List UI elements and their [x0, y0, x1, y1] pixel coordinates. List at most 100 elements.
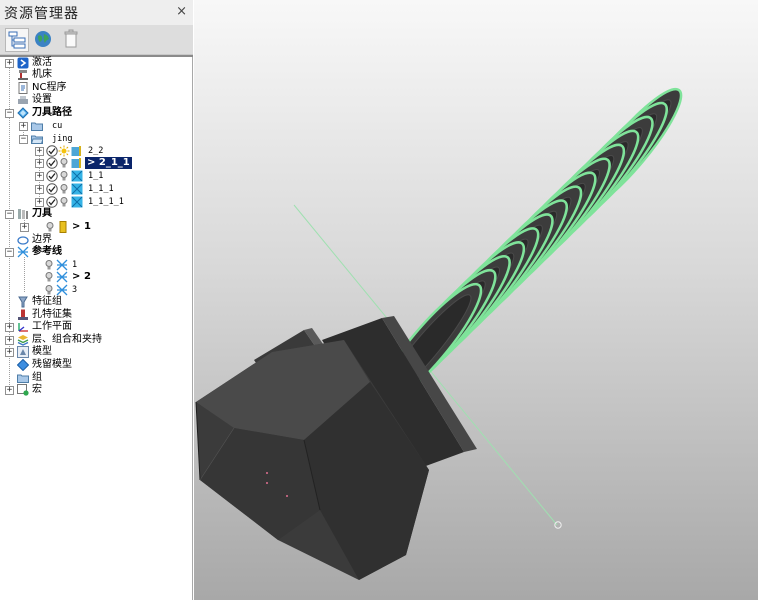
- toolpath-icon: [71, 158, 81, 168]
- tree-item-reference-2[interactable]: > 2: [0, 271, 190, 283]
- expand-toggle[interactable]: +: [5, 348, 14, 357]
- lightbulb-icon: [46, 222, 54, 232]
- model-icon: [17, 346, 29, 358]
- tree-item-label: 激活: [32, 57, 52, 68]
- explorer-tree: + 激活 机床 NC程序 设置 − 刀具路径 + cu − jing + 2_2…: [0, 57, 193, 600]
- collapse-toggle[interactable]: −: [5, 210, 14, 219]
- collapse-toggle[interactable]: −: [5, 248, 14, 257]
- tree-item-label: jing: [52, 134, 73, 144]
- tree-item-workplane[interactable]: + 工作平面: [0, 321, 190, 333]
- active-marker: >: [87, 157, 96, 168]
- expand-toggle[interactable]: +: [5, 59, 14, 68]
- tree-item-label: 孔特征集: [32, 309, 72, 320]
- sun-icon: [58, 145, 70, 157]
- tree-item-label: 2: [84, 271, 91, 282]
- tree-item-folder-cu[interactable]: + cu: [0, 120, 190, 132]
- expand-toggle[interactable]: +: [35, 172, 44, 181]
- tree-item-folder-jing[interactable]: − jing: [0, 133, 190, 145]
- tree-item-label: 残留模型: [32, 359, 72, 370]
- tree-item-label: 宏: [32, 384, 42, 395]
- tree-item-toolpath-2-2[interactable]: + 2_2: [0, 145, 190, 157]
- tree-item-label: 层、组合和夹持: [32, 334, 102, 345]
- tree-view-button[interactable]: [5, 28, 29, 52]
- tree-item-layers[interactable]: + 层、组合和夹持: [0, 334, 190, 346]
- tree-item-label: 刀具: [32, 208, 52, 219]
- tree-item-label: 工作平面: [32, 321, 72, 332]
- tree-item-feature-group[interactable]: 特征组: [0, 296, 190, 308]
- tree-item-label: 刀具路径: [32, 107, 72, 118]
- collapse-toggle[interactable]: −: [5, 109, 14, 118]
- explorer-panel: 资源管理器 × + 激活 机床 NC程序 设置 − 刀具路径 + cu − ji…: [0, 0, 193, 600]
- check-circle-icon: [46, 196, 58, 208]
- active-marker: >: [72, 271, 81, 282]
- tree-item-hole-feature-set[interactable]: 孔特征集: [0, 309, 190, 321]
- nc-program-icon: [18, 82, 28, 94]
- tree-item-boundary[interactable]: 边界: [0, 234, 190, 246]
- pattern-icon: [17, 246, 29, 258]
- close-button[interactable]: ×: [176, 5, 187, 19]
- macro-icon: [17, 384, 29, 396]
- tree-item-toolpath-1-1-1-1[interactable]: + 1_1_1_1: [0, 196, 190, 208]
- expand-toggle[interactable]: +: [35, 198, 44, 207]
- tree-item-toolpath-2-1-1[interactable]: + > 2_1_1: [0, 157, 190, 169]
- expand-toggle[interactable]: +: [20, 223, 29, 232]
- tree-item-group[interactable]: 组: [0, 372, 190, 384]
- expand-toggle[interactable]: +: [35, 147, 44, 156]
- axis-end-marker: [554, 521, 562, 529]
- tree-item-reference-3[interactable]: 3: [0, 284, 190, 296]
- tree-item-label-selected: > 2_1_1: [85, 157, 132, 169]
- expand-toggle[interactable]: +: [35, 159, 44, 168]
- expand-toggle[interactable]: +: [35, 185, 44, 194]
- tree-item-label: 1: [84, 221, 91, 232]
- globe-icon: [35, 31, 51, 47]
- globe-button[interactable]: [32, 28, 56, 52]
- expand-toggle[interactable]: +: [5, 336, 14, 345]
- panel-header: 资源管理器 ×: [0, 0, 193, 25]
- tree-item-macro[interactable]: + 宏: [0, 384, 190, 396]
- cutter-icon: [59, 221, 67, 233]
- tree-item-label: 2_2: [88, 146, 104, 156]
- toolpath-pattern-icon: [71, 196, 83, 208]
- tree-item-label: 参考线: [32, 246, 62, 257]
- tree-item-toolpath-1-1[interactable]: + 1_1: [0, 170, 190, 182]
- tree-item-label: NC程序: [32, 82, 67, 93]
- folder-open-icon: [31, 135, 43, 144]
- tree-item-toolpaths[interactable]: − 刀具路径: [0, 107, 190, 119]
- delete-button[interactable]: [60, 28, 84, 52]
- tree-item-label: 1_1: [88, 171, 104, 181]
- tree-item-tool-1[interactable]: + > 1: [0, 221, 190, 233]
- sketch-point: [286, 495, 288, 497]
- sketch-point: [266, 472, 268, 474]
- tree-item-reference-1[interactable]: 1: [0, 259, 190, 271]
- lightbulb-icon: [60, 158, 68, 168]
- toolpath-pattern-icon: [71, 170, 83, 182]
- tools-icon: [18, 209, 28, 219]
- tree-item-model[interactable]: + 模型: [0, 346, 190, 358]
- tree-item-label: 边界: [32, 234, 52, 245]
- lightbulb-icon: [45, 285, 53, 295]
- activate-icon: [17, 57, 29, 69]
- tree-item-label: 3: [72, 285, 78, 295]
- pattern-icon: [56, 271, 68, 283]
- toolpath-pattern-icon: [71, 183, 83, 195]
- tree-item-tools[interactable]: − 刀具: [0, 208, 190, 220]
- check-circle-icon: [46, 157, 58, 169]
- expand-toggle[interactable]: +: [5, 323, 14, 332]
- tree-item-activate[interactable]: + 激活: [0, 57, 190, 69]
- collapse-toggle[interactable]: −: [19, 135, 28, 144]
- tree-item-stock-model[interactable]: 残留模型: [0, 359, 190, 371]
- settings-icon: [18, 96, 28, 104]
- graphics-viewport[interactable]: [194, 0, 758, 600]
- check-circle-icon: [46, 170, 58, 182]
- pattern-icon: [56, 259, 68, 271]
- toolpath-name: 2_1_1: [98, 157, 130, 168]
- tree-item-label: 模型: [32, 346, 52, 357]
- expand-toggle[interactable]: +: [5, 386, 14, 395]
- tree-item-machine[interactable]: 机床: [0, 69, 190, 81]
- expand-toggle[interactable]: +: [19, 122, 28, 131]
- tree-item-nc-program[interactable]: NC程序: [0, 82, 190, 94]
- tree-item-toolpath-1-1-1[interactable]: + 1_1_1: [0, 183, 190, 195]
- explorer-toolbar: [0, 25, 193, 55]
- tree-item-settings[interactable]: 设置: [0, 94, 190, 106]
- tree-item-reference-lines[interactable]: − 参考线: [0, 246, 190, 258]
